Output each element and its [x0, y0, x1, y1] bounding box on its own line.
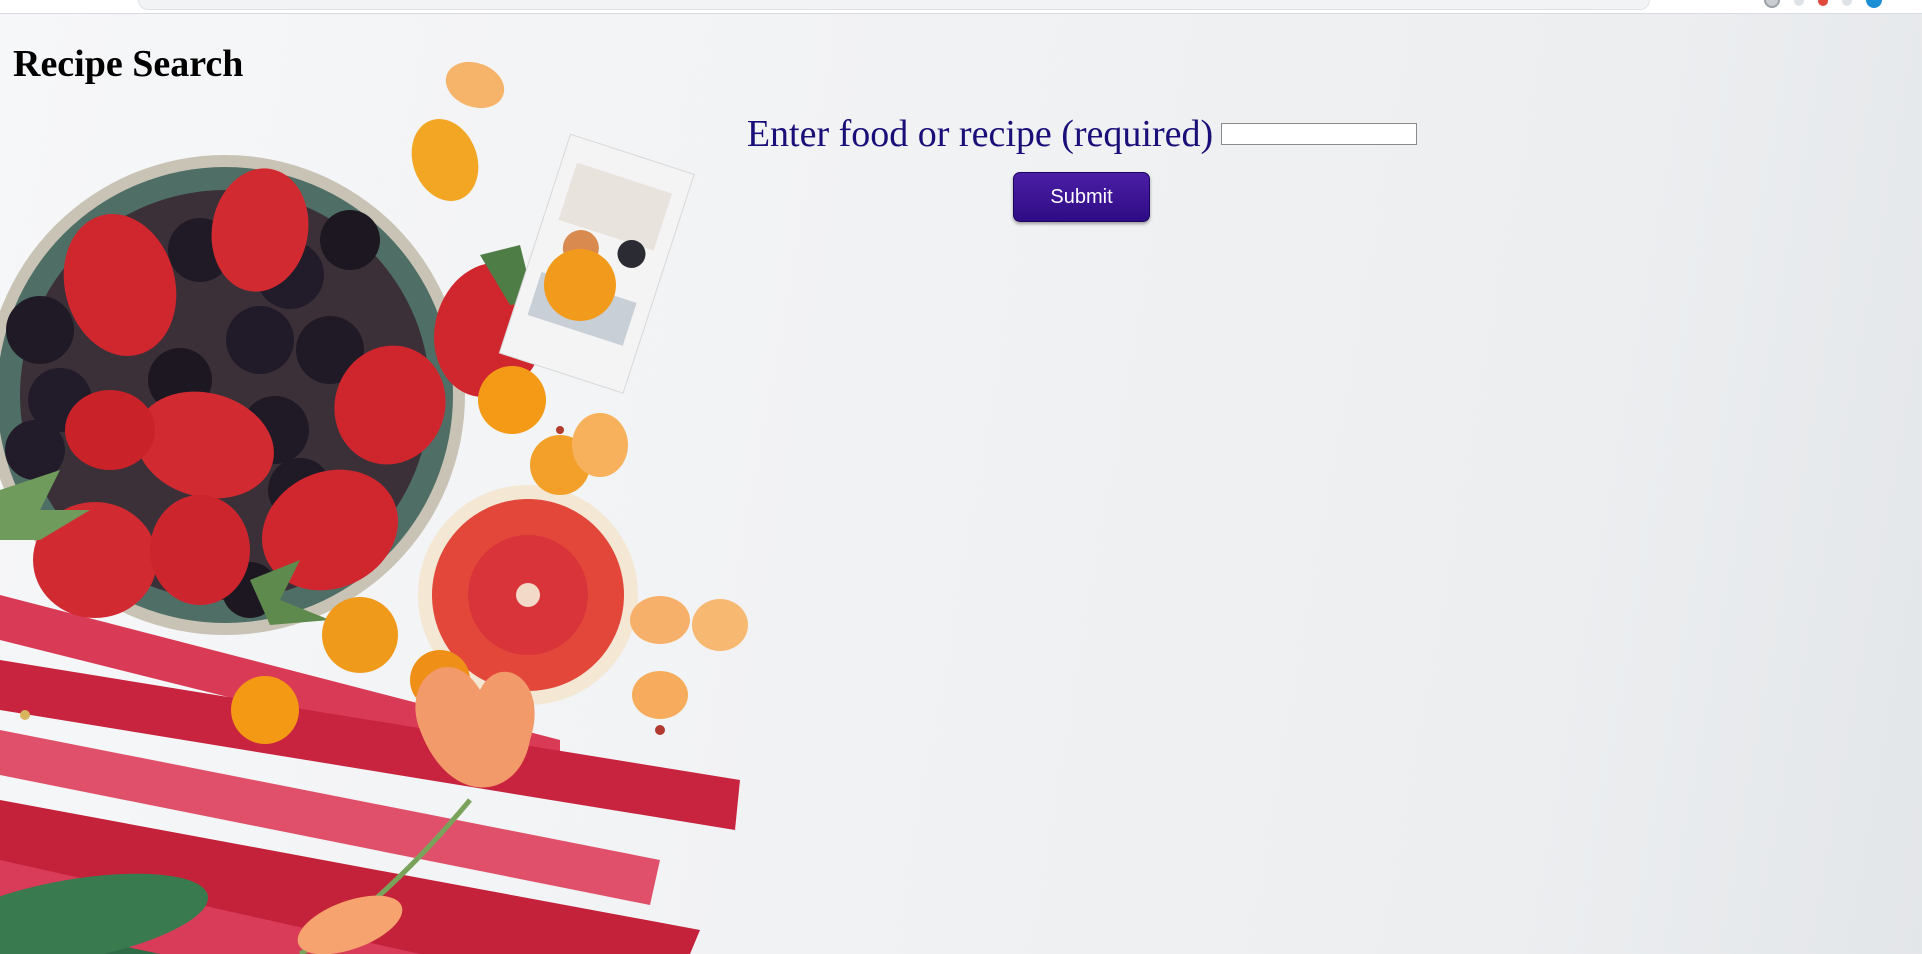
- extension-icon-pale[interactable]: [1842, 0, 1852, 6]
- extension-icon-red[interactable]: [1818, 0, 1828, 6]
- submit-button[interactable]: Submit: [1013, 172, 1150, 222]
- extension-icon[interactable]: [1794, 0, 1804, 6]
- fruit-bowl-illustration: [0, 61, 748, 954]
- address-bar[interactable]: [138, 0, 1650, 10]
- search-form: Enter food or recipe (required): [0, 112, 1922, 156]
- page-title: Recipe Search: [13, 43, 244, 85]
- profile-icon[interactable]: [1866, 0, 1882, 8]
- search-label: Enter food or recipe (required): [746, 113, 1214, 155]
- search-input[interactable]: [1221, 123, 1418, 145]
- account-icon[interactable]: [1764, 0, 1780, 8]
- browser-toolbar: [0, 0, 1922, 14]
- berry-bowl: [0, 155, 465, 635]
- toolbar-icons: [1764, 0, 1882, 8]
